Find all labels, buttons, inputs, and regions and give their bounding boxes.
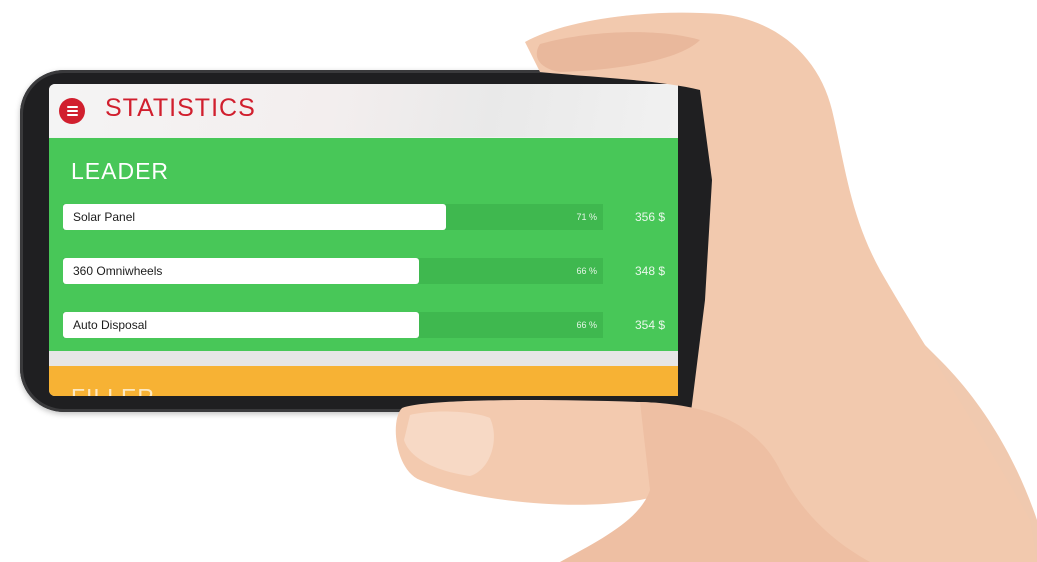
item-percent: 66 % bbox=[576, 266, 597, 276]
item-percent: 66 % bbox=[576, 320, 597, 330]
hamburger-menu-icon[interactable] bbox=[59, 98, 85, 124]
section-divider bbox=[49, 351, 678, 366]
phone-right-bezel bbox=[678, 78, 714, 404]
filler-title: FILLER bbox=[71, 384, 155, 396]
item-name: 360 Omniwheels bbox=[73, 264, 163, 278]
leader-item-solar-panel[interactable]: Solar Panel 71 % 356 $ bbox=[63, 204, 668, 230]
item-name: Solar Panel bbox=[73, 210, 136, 224]
item-price: 348 $ bbox=[634, 264, 665, 278]
leader-section: LEADER Solar Panel 71 % 356 $ 360 Omniwh… bbox=[49, 138, 678, 351]
app-header: STATISTICS bbox=[49, 84, 678, 137]
item-price: 356 $ bbox=[634, 210, 665, 224]
leader-item-auto-disposal[interactable]: Auto Disposal 66 % 354 $ bbox=[63, 312, 668, 338]
item-price: 354 $ bbox=[634, 318, 665, 332]
progress-track bbox=[63, 204, 603, 230]
leader-title: LEADER bbox=[71, 158, 170, 184]
filler-section: FILLER bbox=[49, 366, 678, 396]
phone-screen: STATISTICS LEADER Solar Panel 71 % 356 $… bbox=[49, 84, 678, 396]
item-percent: 71 % bbox=[576, 212, 597, 222]
leader-item-360-omniwheels[interactable]: 360 Omniwheels 66 % 348 $ bbox=[63, 258, 668, 284]
item-name: Auto Disposal bbox=[73, 318, 148, 332]
page-title: STATISTICS bbox=[105, 94, 256, 122]
